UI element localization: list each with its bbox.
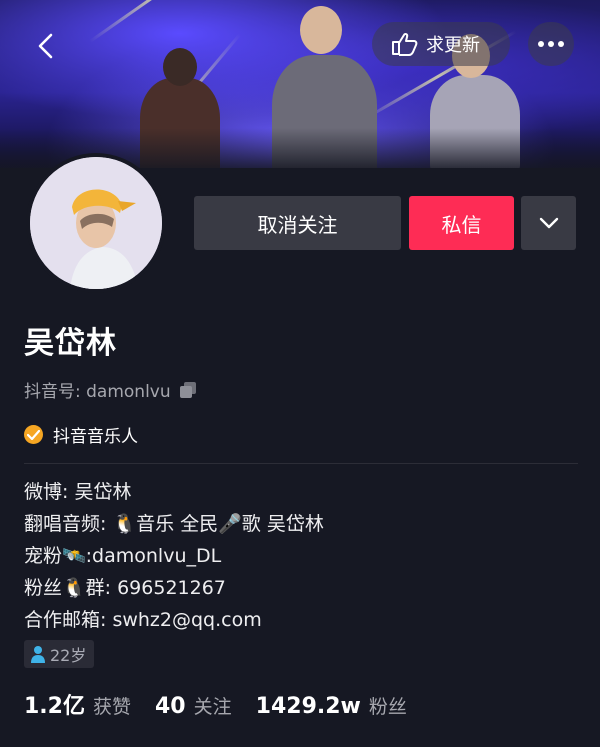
stat-followers[interactable]: 1429.2w 粉丝 <box>256 692 407 719</box>
bio-line: 宠粉🛰️:damonlvu_DL <box>24 545 222 567</box>
profile-name: 吴岱林 <box>24 326 117 361</box>
chevron-down-icon <box>539 217 558 229</box>
avatar[interactable] <box>26 153 166 293</box>
stat-value: 1429.2w <box>255 694 361 719</box>
request-update-label: 求更新 <box>426 35 480 56</box>
bio-line: 微博: 吴岱林 <box>24 481 132 503</box>
douyin-id: 抖音号: damonlvu <box>24 382 171 402</box>
stat-label: 关注 <box>193 696 232 718</box>
stat-label: 粉丝 <box>368 696 407 718</box>
message-label: 私信 <box>441 212 482 237</box>
bio-line: 翻唱音频: 🐧音乐 全民🎤歌 吴岱林 <box>24 513 324 535</box>
stat-likes: 1.2亿 获赞 <box>24 688 131 720</box>
age-label: 22岁 <box>50 646 87 665</box>
more-button[interactable] <box>528 22 574 66</box>
unfollow-label: 取消关注 <box>257 212 338 237</box>
more-dots-icon <box>538 41 564 47</box>
divider <box>24 463 578 464</box>
bio-line: 粉丝🐧群: 696521267 <box>24 577 226 599</box>
stat-value: 40 <box>155 694 186 719</box>
verification-badge: 抖音音乐人 <box>24 422 138 447</box>
unfollow-button[interactable]: 取消关注 <box>194 196 401 250</box>
stats-row: 1.2亿 获赞 40 关注 1429.2w 粉丝 <box>24 688 431 720</box>
request-update-button[interactable]: 求更新 <box>372 22 510 66</box>
back-button[interactable] <box>26 26 66 66</box>
avatar-image <box>30 157 162 289</box>
douyin-id-row[interactable]: 抖音号: damonlvu <box>24 377 197 402</box>
age-tag: 22岁 <box>24 640 95 668</box>
stat-value: 1.2亿 <box>24 694 85 719</box>
checkmark-badge-icon <box>24 425 43 444</box>
person-icon <box>31 646 45 663</box>
more-actions-dropdown[interactable] <box>521 196 576 250</box>
message-button[interactable]: 私信 <box>409 196 514 250</box>
bio: 微博: 吴岱林 翻唱音频: 🐧音乐 全民🎤歌 吴岱林 宠粉🛰️:damonlvu… <box>24 476 324 636</box>
stat-label: 获赞 <box>92 696 131 718</box>
hand-pointing-icon <box>392 32 418 56</box>
bio-line: 合作邮箱: swhz2@qq.com <box>24 609 262 631</box>
verification-label: 抖音音乐人 <box>53 427 138 447</box>
chevron-left-icon <box>38 33 53 59</box>
stat-following[interactable]: 40 关注 <box>155 692 232 719</box>
cover-banner <box>0 0 600 168</box>
copy-icon[interactable] <box>179 381 197 399</box>
